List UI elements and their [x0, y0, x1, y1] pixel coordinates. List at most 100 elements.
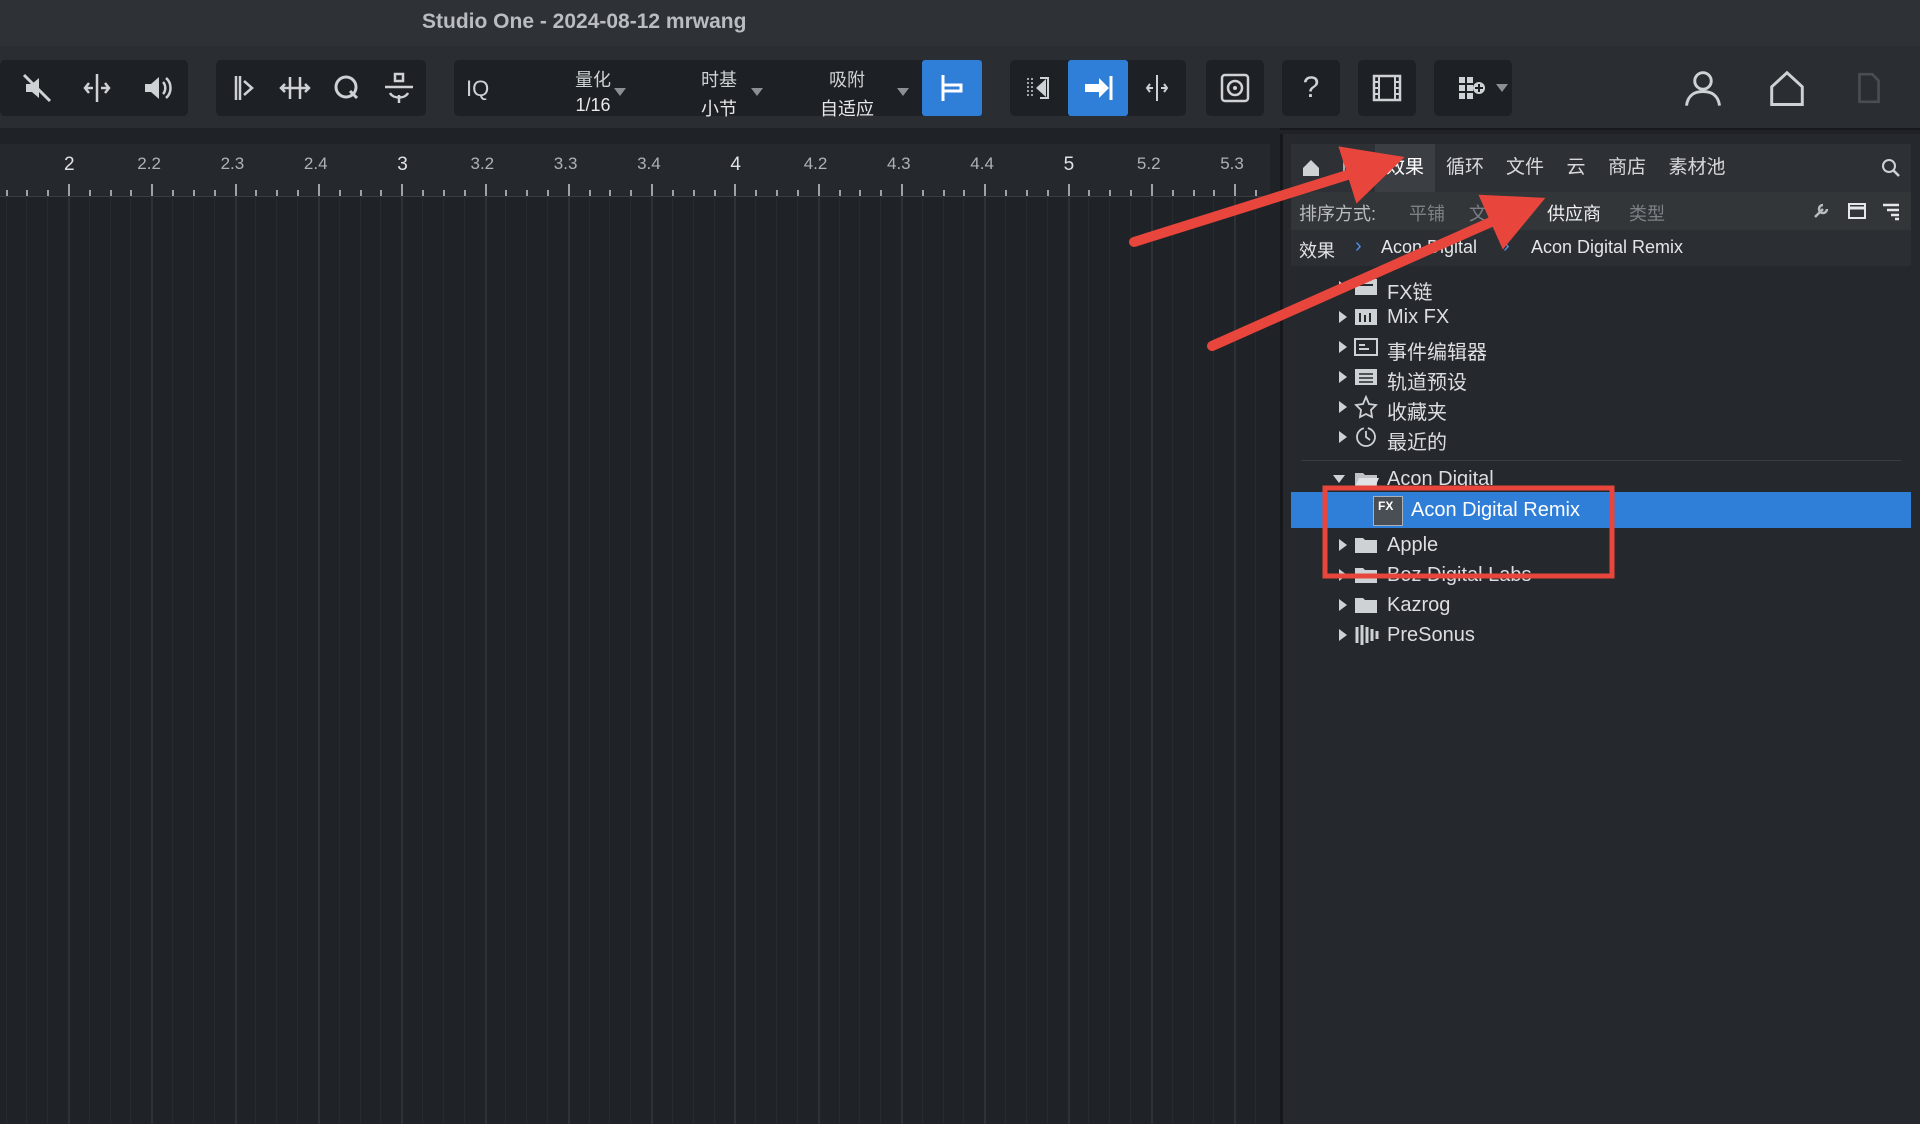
tree-item-presonus[interactable]: PreSonus: [1291, 618, 1911, 652]
mute-tool-button[interactable]: [10, 60, 64, 116]
sort-option-vendor[interactable]: 供应商: [1547, 200, 1601, 226]
tab-instruments[interactable]: [1335, 144, 1371, 192]
mute-icon: [22, 73, 52, 103]
tab-pool[interactable]: 素材池: [1657, 144, 1737, 192]
list-view-icon[interactable]: [1881, 201, 1901, 221]
breadcrumb-effects[interactable]: 效果: [1299, 237, 1335, 263]
browser-home-button[interactable]: [1291, 144, 1331, 192]
tree-item-mix-fx[interactable]: Mix FX: [1291, 300, 1911, 334]
cursor-split-button[interactable]: [1130, 60, 1184, 116]
tab-loops[interactable]: 循环: [1435, 144, 1495, 192]
snap-chevron-down-icon[interactable]: [897, 88, 909, 96]
account-button[interactable]: [1676, 60, 1730, 116]
expand-arrow-icon[interactable]: [1339, 539, 1347, 551]
sort-bar: 排序方式: 平铺 文件夹 供应商 类型: [1291, 192, 1911, 230]
title-bar: Studio One - 2024-08-12 mrwang: [0, 0, 1920, 46]
ruler-tick: [817, 184, 820, 196]
panel-view-icon[interactable]: [1847, 201, 1867, 221]
folder-open-icon: [1355, 473, 1379, 487]
grid-line: [442, 196, 444, 1124]
prev-marker-button[interactable]: [1010, 60, 1064, 116]
iq-button[interactable]: IQ: [466, 76, 489, 102]
grid-line: [588, 196, 590, 1124]
speaker-icon: [145, 77, 172, 99]
stretch-icon: [279, 77, 311, 99]
ruler-label: 4.2: [803, 154, 828, 173]
follow-playback-button[interactable]: [1068, 60, 1128, 116]
listen-tool-button[interactable]: [130, 60, 184, 116]
ruler-label: 2.2: [137, 154, 161, 173]
grid-line: [963, 196, 965, 1124]
tree-item-recent[interactable]: 最近的: [1291, 420, 1911, 454]
grid-plus-icon: [1459, 77, 1485, 99]
tree-item-boz-digital-labs[interactable]: Boz Digital Labs: [1291, 558, 1911, 592]
tree-item-favorites[interactable]: 收藏夹: [1291, 390, 1911, 424]
arrow-right-icon: [1085, 76, 1113, 100]
breadcrumb-plugin[interactable]: Acon Digital Remix: [1531, 237, 1683, 258]
stretch-tool-button[interactable]: [268, 60, 322, 116]
expand-arrow-icon[interactable]: [1339, 431, 1347, 443]
snap-toggle-button[interactable]: [922, 60, 982, 116]
browser-search-button[interactable]: [1871, 144, 1911, 192]
search-icon: [1882, 159, 1900, 177]
expand-arrow-icon[interactable]: [1339, 311, 1347, 323]
sort-option-type[interactable]: 类型: [1629, 200, 1665, 226]
timeline-ruler[interactable]: 2 2.2 2.3 2.4 3 3.2 3.3 3.4 4 4.2 4.3 4.4 5 5.2 5.3: [0, 144, 1270, 197]
expand-arrow-icon[interactable]: [1339, 341, 1347, 353]
home-icon: [1303, 160, 1319, 176]
tab-cloud[interactable]: 云: [1555, 144, 1597, 192]
expand-arrow-icon[interactable]: [1339, 629, 1347, 641]
grid-line: [192, 196, 194, 1124]
collapse-arrow-icon[interactable]: [1333, 475, 1345, 483]
wrench-icon[interactable]: [1811, 201, 1831, 221]
breadcrumb-chevron-icon: ›: [1503, 235, 1510, 257]
film-icon: [1372, 74, 1402, 102]
bend-tool-button[interactable]: [216, 60, 270, 116]
tree-item-acon-digital[interactable]: Acon Digital: [1291, 462, 1911, 496]
tab-shop[interactable]: 商店: [1597, 144, 1657, 192]
grid-line: [1213, 196, 1215, 1124]
tree-item-track-presets[interactable]: 轨道预设: [1291, 360, 1911, 394]
ruler-label: 4: [730, 154, 741, 175]
quantize-select[interactable]: 量化 1/16: [538, 66, 648, 115]
sort-option-flat[interactable]: 平铺: [1409, 200, 1445, 226]
help-icon: ?: [1302, 71, 1320, 104]
quantize-tool-button[interactable]: [320, 60, 374, 116]
tab-files[interactable]: 文件: [1495, 144, 1555, 192]
grid-line: [880, 196, 882, 1124]
add-extension-button[interactable]: [1436, 60, 1510, 116]
event-editor-icon: [1354, 338, 1378, 356]
transient-tool-button[interactable]: [372, 60, 426, 116]
expand-arrow-icon[interactable]: [1339, 281, 1347, 293]
zoom-fit-button[interactable]: [1208, 60, 1262, 116]
video-button[interactable]: [1360, 60, 1414, 116]
expand-arrow-icon[interactable]: [1339, 569, 1347, 581]
start-page-button[interactable]: [1760, 60, 1814, 116]
ruler-tick: [484, 184, 487, 196]
grid-line: [1234, 196, 1237, 1124]
grid-line: [526, 196, 528, 1124]
tree-item-acon-digital-remix[interactable]: FX Acon Digital Remix: [1291, 492, 1911, 528]
ruler-label: 3.3: [553, 154, 578, 173]
sort-option-folder[interactable]: 文件夹: [1469, 200, 1523, 226]
expand-arrow-icon[interactable]: [1339, 599, 1347, 611]
timebase-chevron-down-icon[interactable]: [751, 88, 763, 96]
breadcrumb-vendor[interactable]: Acon Digital: [1381, 237, 1477, 258]
tree-item-apple[interactable]: Apple: [1291, 528, 1911, 562]
tree-item-fx-chains[interactable]: FX链: [1291, 270, 1911, 304]
help-button[interactable]: ?: [1284, 60, 1338, 116]
tree-item-event-editor[interactable]: 事件编辑器: [1291, 330, 1911, 364]
tab-effects[interactable]: 效果: [1375, 144, 1435, 192]
quantize-chevron-down-icon[interactable]: [614, 88, 626, 96]
window-title: Studio One - 2024-08-12 mrwang: [422, 10, 747, 33]
tree-item-kazrog[interactable]: Kazrog: [1291, 588, 1911, 622]
browser-tree: FX链 Mix FX 事件编辑器 轨道预设 收藏夹 最近的 Acon Digit…: [1291, 266, 1911, 1116]
snap-select[interactable]: 吸附 自适应: [792, 66, 902, 119]
grid-line: [276, 196, 278, 1124]
grid-line: [1067, 196, 1070, 1124]
sort-label: 排序方式:: [1299, 204, 1377, 224]
document-button[interactable]: [1842, 60, 1896, 116]
split-tool-button[interactable]: [70, 60, 124, 116]
expand-arrow-icon[interactable]: [1339, 371, 1347, 383]
expand-arrow-icon[interactable]: [1339, 401, 1347, 413]
